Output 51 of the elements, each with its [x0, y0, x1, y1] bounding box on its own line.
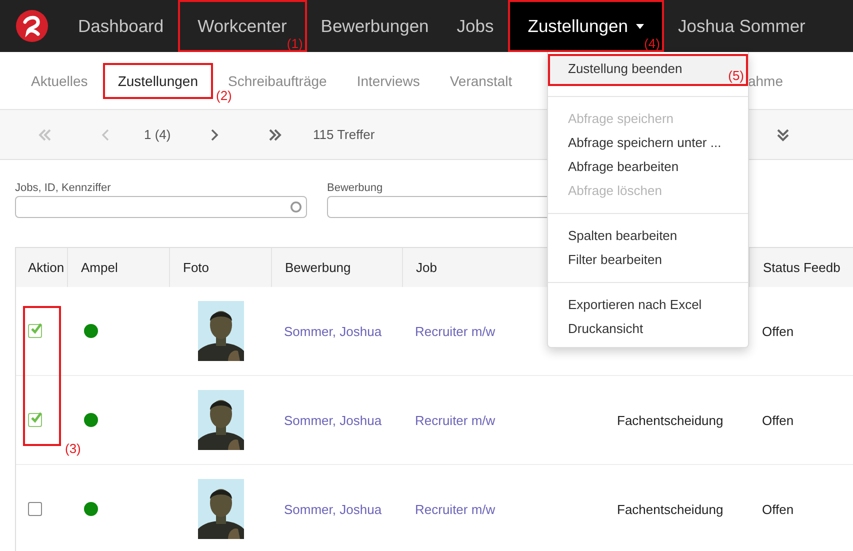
column-header: Status Feedb	[763, 260, 840, 275]
menu-item[interactable]: Exportieren nach Excel	[548, 293, 748, 317]
logo-icon[interactable]	[16, 10, 48, 42]
nav-item[interactable]: Dashboard	[64, 0, 178, 52]
menu-item[interactable]: Spalten bearbeiten	[548, 224, 748, 248]
filter-label: Bewerbung	[327, 182, 384, 194]
filter-label: Jobs, ID, Kennziffer	[15, 182, 112, 194]
callout-label: (4)	[644, 36, 660, 51]
nav-item[interactable]: Bewerbungen	[306, 0, 443, 52]
last-page-icon[interactable]	[267, 126, 283, 142]
job-link[interactable]: Recruiter m/w	[415, 324, 496, 338]
callout-label: (3)	[65, 441, 81, 456]
callout-label: (5)	[728, 69, 744, 83]
expand-icon[interactable]	[775, 126, 791, 142]
applicant-link[interactable]: Sommer, Joshua	[284, 502, 382, 516]
nav-item[interactable]: Workcenter (1)	[178, 0, 307, 52]
table-cell: Offen	[762, 324, 794, 338]
menu-item[interactable]: Abfrage bearbeiten	[548, 155, 748, 179]
applicant-link[interactable]: Sommer, Joshua	[284, 324, 382, 338]
menu-item[interactable]: Druckansicht	[548, 317, 748, 341]
job-link[interactable]: Recruiter m/w	[415, 502, 496, 516]
nav-item[interactable]: Zustellungen (4)	[508, 0, 664, 52]
menu-item[interactable]: Filter bearbeiten	[548, 248, 748, 272]
table-cell: Fachentscheidung	[617, 412, 724, 428]
first-page-icon[interactable]	[37, 126, 53, 142]
table-cell: Offen	[762, 412, 794, 428]
tab[interactable]: Aktuelles	[16, 64, 103, 96]
checkbox[interactable]	[28, 413, 42, 427]
tab[interactable]: Interviews	[342, 64, 435, 96]
filter-field[interactable]	[15, 196, 307, 218]
job-link[interactable]: Recruiter m/w	[415, 412, 496, 428]
checkbox[interactable]	[28, 324, 42, 338]
result-count: 115 Treffer	[313, 127, 375, 142]
page-indicator: 1 (4)	[144, 127, 172, 142]
column-header: Foto	[183, 260, 210, 275]
callout-label: (2)	[216, 88, 232, 102]
table-cell: Offen	[762, 502, 794, 516]
menu-item[interactable]: Abfrage speichern unter ...	[548, 131, 748, 155]
callout-label: (1)	[286, 36, 303, 51]
nav-item[interactable]: Jobs	[442, 0, 508, 52]
column-header: Bewerbung	[285, 260, 351, 275]
menu-item[interactable]: Zustellung beenden (5)	[548, 54, 748, 86]
applicant-link[interactable]: Sommer, Joshua	[284, 412, 382, 428]
search-icon	[290, 201, 302, 213]
tab[interactable]: Veranstalt	[434, 64, 528, 96]
column-header: Ampel	[81, 260, 118, 275]
checkbox[interactable]	[28, 502, 42, 516]
table-cell: Fachentscheidung	[617, 502, 724, 516]
nav-item[interactable]: Joshua Sommer	[664, 0, 820, 52]
column-header: Job	[416, 260, 437, 275]
column-header: Aktion	[28, 260, 64, 275]
